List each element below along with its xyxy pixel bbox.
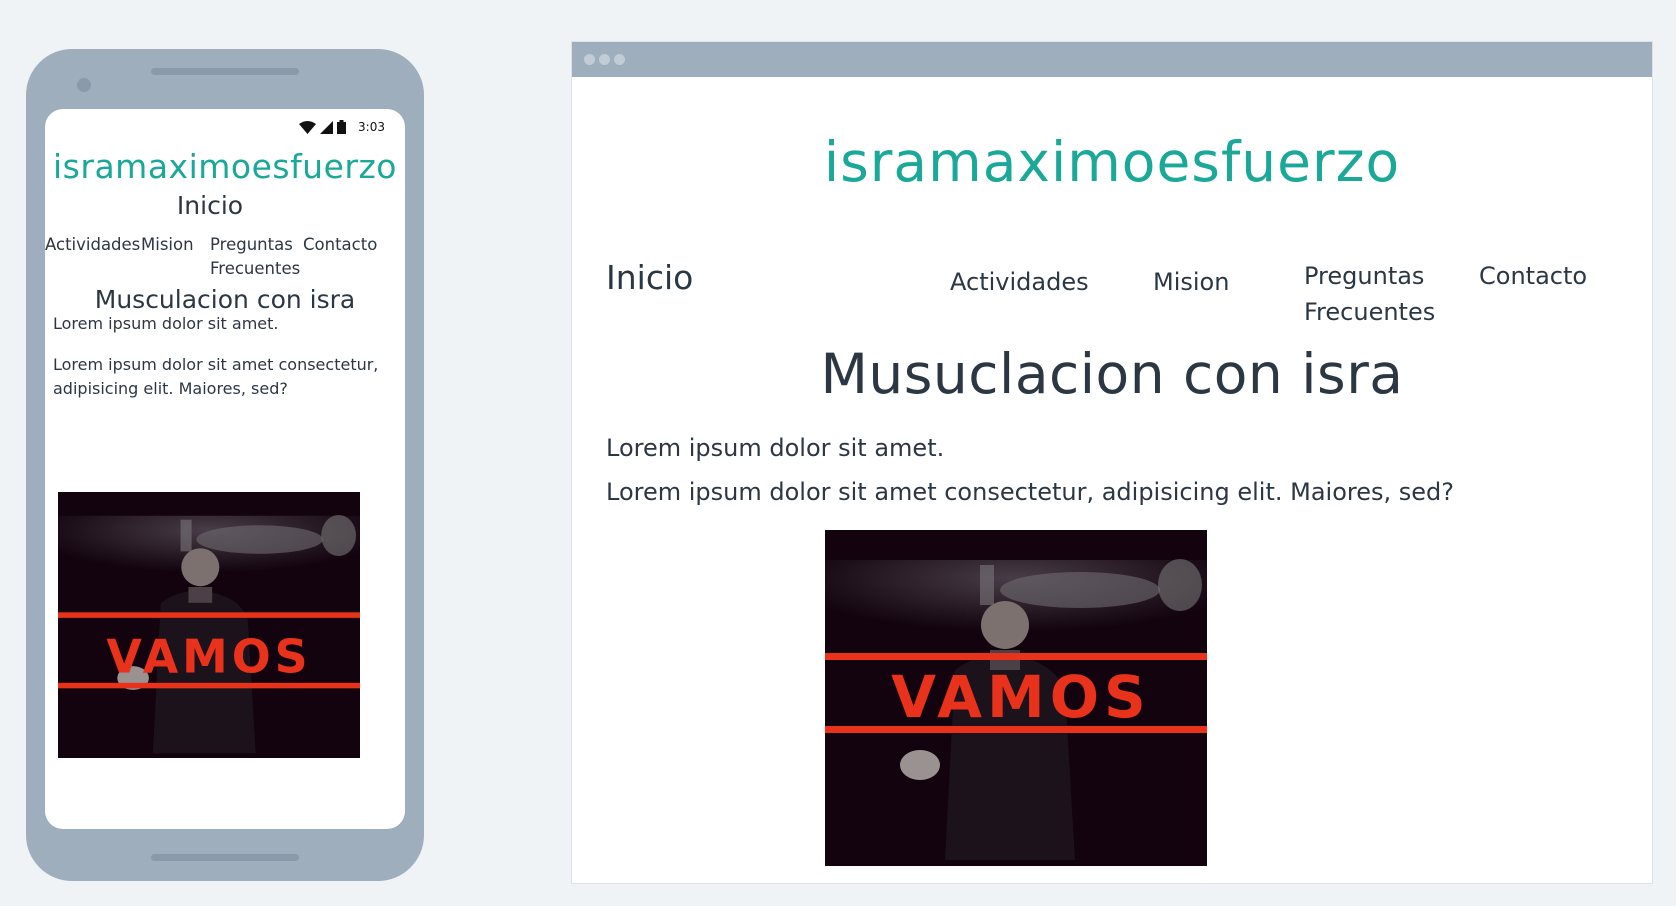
nav-item-label: Preguntas bbox=[1304, 262, 1425, 290]
nav-item-contacto[interactable]: Contacto bbox=[303, 233, 377, 257]
hero-image: VAMOS bbox=[825, 530, 1207, 866]
paragraph-line: Lorem ipsum dolor sit amet consectetur, bbox=[53, 355, 379, 374]
paragraph: Lorem ipsum dolor sit amet. bbox=[53, 314, 279, 333]
phone-home-bar bbox=[151, 854, 299, 861]
nav-item-label: Frecuentes bbox=[1304, 298, 1436, 326]
status-bar: 3:03 bbox=[299, 119, 385, 135]
signal-icon bbox=[320, 120, 334, 134]
hero-image: VAMOS bbox=[58, 492, 360, 758]
browser-mockup: isramaximoesfuerzo Inicio Actividades Mi… bbox=[571, 41, 1653, 884]
browser-toolbar bbox=[572, 42, 1652, 77]
image-overlay-text: VAMOS bbox=[106, 629, 311, 683]
nav-item-contacto[interactable]: Contacto bbox=[1479, 258, 1587, 294]
nav-item-actividades[interactable]: Actividades bbox=[45, 233, 140, 257]
nav-item-label: Frecuentes bbox=[210, 259, 301, 278]
phone-speaker bbox=[151, 68, 299, 75]
site-brand[interactable]: isramaximoesfuerzo bbox=[45, 147, 405, 186]
paragraph: Lorem ipsum dolor sit amet consectetur, … bbox=[53, 353, 393, 401]
battery-icon bbox=[337, 120, 347, 134]
image-overlay-text: VAMOS bbox=[891, 663, 1151, 731]
phone-screen: 3:03 isramaximoesfuerzo Inicio Actividad… bbox=[45, 109, 405, 829]
nav-item-preguntas-frecuentes[interactable]: Preguntas Frecuentes bbox=[210, 233, 300, 281]
nav-home[interactable]: Inicio bbox=[606, 258, 693, 297]
nav-item-preguntas-frecuentes[interactable]: Preguntas Frecuentes bbox=[1304, 258, 1435, 330]
nav-item-mision[interactable]: Mision bbox=[1153, 264, 1229, 300]
site-brand[interactable]: isramaximoesfuerzo bbox=[572, 130, 1652, 194]
nav-item-label: Preguntas bbox=[210, 235, 293, 254]
status-time: 3:03 bbox=[358, 120, 385, 134]
nav-item-mision[interactable]: Mision bbox=[141, 233, 194, 257]
nav-item-actividades[interactable]: Actividades bbox=[950, 264, 1089, 300]
wifi-icon bbox=[299, 120, 317, 134]
section-heading: Musuclacion con isra bbox=[820, 342, 1404, 406]
paragraph-line: adipisicing elit. Maiores, sed? bbox=[53, 379, 288, 398]
paragraph: Lorem ipsum dolor sit amet. bbox=[606, 434, 945, 462]
section-heading: Musculacion con isra bbox=[94, 285, 356, 314]
phone-mockup: 3:03 isramaximoesfuerzo Inicio Actividad… bbox=[26, 49, 424, 881]
nav-home[interactable]: Inicio bbox=[45, 191, 375, 220]
window-dot-icon bbox=[599, 54, 610, 65]
window-dot-icon bbox=[584, 54, 595, 65]
window-dot-icon bbox=[614, 54, 625, 65]
paragraph: Lorem ipsum dolor sit amet consectetur, … bbox=[606, 478, 1454, 506]
phone-camera bbox=[77, 78, 91, 92]
